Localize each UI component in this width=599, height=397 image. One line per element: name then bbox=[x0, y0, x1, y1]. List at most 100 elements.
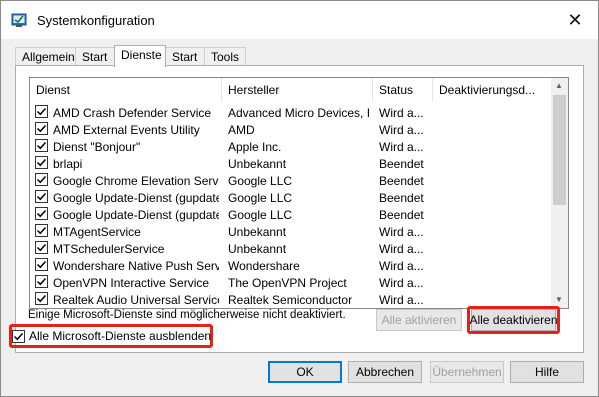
apply-button[interactable]: Übernehmen bbox=[430, 361, 504, 383]
enable-all-button[interactable]: Alle aktivieren bbox=[376, 309, 462, 331]
service-name: OpenVPN Interactive Service bbox=[53, 276, 210, 290]
service-status: Wird a... bbox=[379, 225, 424, 239]
tab-dienste[interactable]: Dienste bbox=[114, 45, 166, 67]
system-configuration-window: Systemkonfiguration ✕ Allgemein Start Di… bbox=[0, 0, 599, 397]
scrollbar-thumb[interactable] bbox=[553, 95, 566, 205]
service-status: Beendet bbox=[379, 191, 424, 205]
service-status: Beendet bbox=[379, 157, 424, 171]
service-vendor: Unbekannt bbox=[228, 242, 287, 256]
service-checkbox[interactable] bbox=[35, 190, 48, 203]
service-vendor: AMD bbox=[228, 123, 255, 137]
service-vendor: Google LLC bbox=[228, 208, 293, 222]
service-vendor: Unbekannt bbox=[228, 157, 287, 171]
checkmark-icon bbox=[13, 332, 24, 340]
table-row[interactable]: AMD External Events Utility AMD Wird a... bbox=[30, 121, 553, 138]
checkmark-icon bbox=[36, 124, 47, 133]
column-header-hersteller[interactable]: Hersteller bbox=[222, 78, 373, 102]
service-name: AMD External Events Utility bbox=[53, 123, 200, 137]
cancel-button[interactable]: Abbrechen bbox=[348, 361, 422, 383]
checkmark-icon bbox=[36, 141, 47, 150]
service-status: Wird a... bbox=[379, 242, 424, 256]
table-row[interactable]: Google Update-Dienst (gupdatem) Google LL… bbox=[30, 206, 553, 223]
service-vendor: Apple Inc. bbox=[228, 140, 282, 154]
service-status: Wird a... bbox=[379, 106, 424, 120]
service-checkbox[interactable] bbox=[35, 258, 48, 271]
table-row[interactable]: Dienst "Bonjour" Apple Inc. Wird a... bbox=[30, 138, 553, 155]
title-bar: Systemkonfiguration ✕ bbox=[1, 1, 598, 39]
service-status: Beendet bbox=[379, 174, 424, 188]
checkmark-icon bbox=[36, 158, 47, 167]
vertical-scrollbar[interactable]: ▲ ▼ bbox=[551, 78, 568, 308]
service-status: Wird a... bbox=[379, 140, 424, 154]
service-checkbox[interactable] bbox=[35, 241, 48, 254]
msconfig-app-icon bbox=[11, 13, 27, 27]
service-status: Wird a... bbox=[379, 123, 424, 137]
checkmark-icon bbox=[36, 107, 47, 116]
service-status: Wird a... bbox=[379, 276, 424, 290]
service-name: MTAgentService bbox=[53, 225, 141, 239]
service-checkbox[interactable] bbox=[35, 292, 48, 305]
service-vendor: The OpenVPN Project bbox=[228, 276, 347, 290]
service-vendor: Google LLC bbox=[228, 174, 293, 188]
service-vendor: Google LLC bbox=[228, 191, 293, 205]
checkmark-icon bbox=[36, 243, 47, 252]
checkmark-icon bbox=[36, 260, 47, 269]
service-status: Wird a... bbox=[379, 293, 424, 307]
table-row[interactable]: Google Chrome Elevation Servic... Google … bbox=[30, 172, 553, 189]
service-name: Realtek Audio Universal Service bbox=[53, 293, 219, 307]
service-name: Google Update-Dienst (gupdatem) bbox=[53, 208, 219, 222]
tab-tools[interactable]: Tools bbox=[204, 47, 246, 66]
scroll-up-icon[interactable]: ▲ bbox=[555, 81, 563, 90]
service-checkbox[interactable] bbox=[35, 275, 48, 288]
services-list[interactable]: Dienst Hersteller Status Deaktivierungsd… bbox=[29, 77, 569, 309]
service-checkbox[interactable] bbox=[35, 105, 48, 118]
checkmark-icon bbox=[36, 175, 47, 184]
table-row[interactable]: Google Update-Dienst (gupdate) Google LLC… bbox=[30, 189, 553, 206]
disable-all-button[interactable]: Alle deaktivieren bbox=[469, 309, 558, 331]
checkmark-icon bbox=[36, 192, 47, 201]
service-vendor: Unbekannt bbox=[228, 225, 287, 239]
table-row[interactable]: brlapi Unbekannt Beendet bbox=[30, 155, 553, 172]
table-row[interactable]: Wondershare Native Push Service Wondersha… bbox=[30, 257, 553, 274]
table-row[interactable]: MTSchedulerService Unbekannt Wird a... bbox=[30, 240, 553, 257]
scroll-down-icon[interactable]: ▼ bbox=[555, 295, 563, 304]
service-checkbox[interactable] bbox=[35, 139, 48, 152]
service-checkbox[interactable] bbox=[35, 224, 48, 237]
hide-ms-label: Alle Microsoft-Dienste ausblenden bbox=[29, 329, 212, 343]
service-checkbox[interactable] bbox=[35, 173, 48, 186]
tab-start-2[interactable]: Start bbox=[165, 47, 205, 66]
service-status: Wird a... bbox=[379, 259, 424, 273]
close-icon: ✕ bbox=[567, 9, 583, 30]
checkmark-icon bbox=[36, 226, 47, 235]
column-header-dienst[interactable]: Dienst bbox=[30, 78, 222, 102]
checkmark-icon bbox=[36, 209, 47, 218]
service-checkbox[interactable] bbox=[35, 122, 48, 135]
service-name: Google Chrome Elevation Servic... bbox=[53, 174, 219, 188]
tab-allgemein[interactable]: Allgemein bbox=[15, 47, 76, 66]
service-name: brlapi bbox=[53, 157, 83, 171]
service-name: MTSchedulerService bbox=[53, 242, 165, 256]
column-header-status[interactable]: Status bbox=[373, 78, 433, 102]
service-checkbox[interactable] bbox=[35, 207, 48, 220]
ok-button[interactable]: OK bbox=[268, 361, 342, 383]
column-header-deaktivierungsdatum[interactable]: Deaktivierungsd... bbox=[433, 78, 553, 102]
service-status: Beendet bbox=[379, 208, 424, 222]
tab-start[interactable]: Start bbox=[75, 47, 115, 66]
service-name: Google Update-Dienst (gupdate) bbox=[53, 191, 219, 205]
hide-microsoft-services-checkbox[interactable]: Alle Microsoft-Dienste ausblenden bbox=[12, 327, 211, 345]
table-row[interactable]: MTAgentService Unbekannt Wird a... bbox=[30, 223, 553, 240]
table-row[interactable]: OpenVPN Interactive Service The OpenVPN P… bbox=[30, 274, 553, 291]
services-panel: Dienst Hersteller Status Deaktivierungsd… bbox=[15, 65, 584, 353]
service-name: Dienst "Bonjour" bbox=[53, 140, 141, 154]
close-button[interactable]: ✕ bbox=[552, 1, 598, 39]
microsoft-services-note: Einige Microsoft-Dienste sind möglicherw… bbox=[28, 309, 346, 321]
checkmark-icon bbox=[36, 294, 47, 303]
checkmark-icon bbox=[36, 277, 47, 286]
service-checkbox[interactable] bbox=[35, 156, 48, 169]
help-button[interactable]: Hilfe bbox=[510, 361, 584, 383]
window-title: Systemkonfiguration bbox=[37, 13, 155, 28]
hide-ms-checkbox[interactable] bbox=[12, 329, 25, 343]
service-name: Wondershare Native Push Service bbox=[53, 259, 219, 273]
table-row[interactable]: AMD Crash Defender Service Advanced Micro… bbox=[30, 104, 553, 121]
service-vendor: Realtek Semiconductor bbox=[228, 293, 353, 307]
